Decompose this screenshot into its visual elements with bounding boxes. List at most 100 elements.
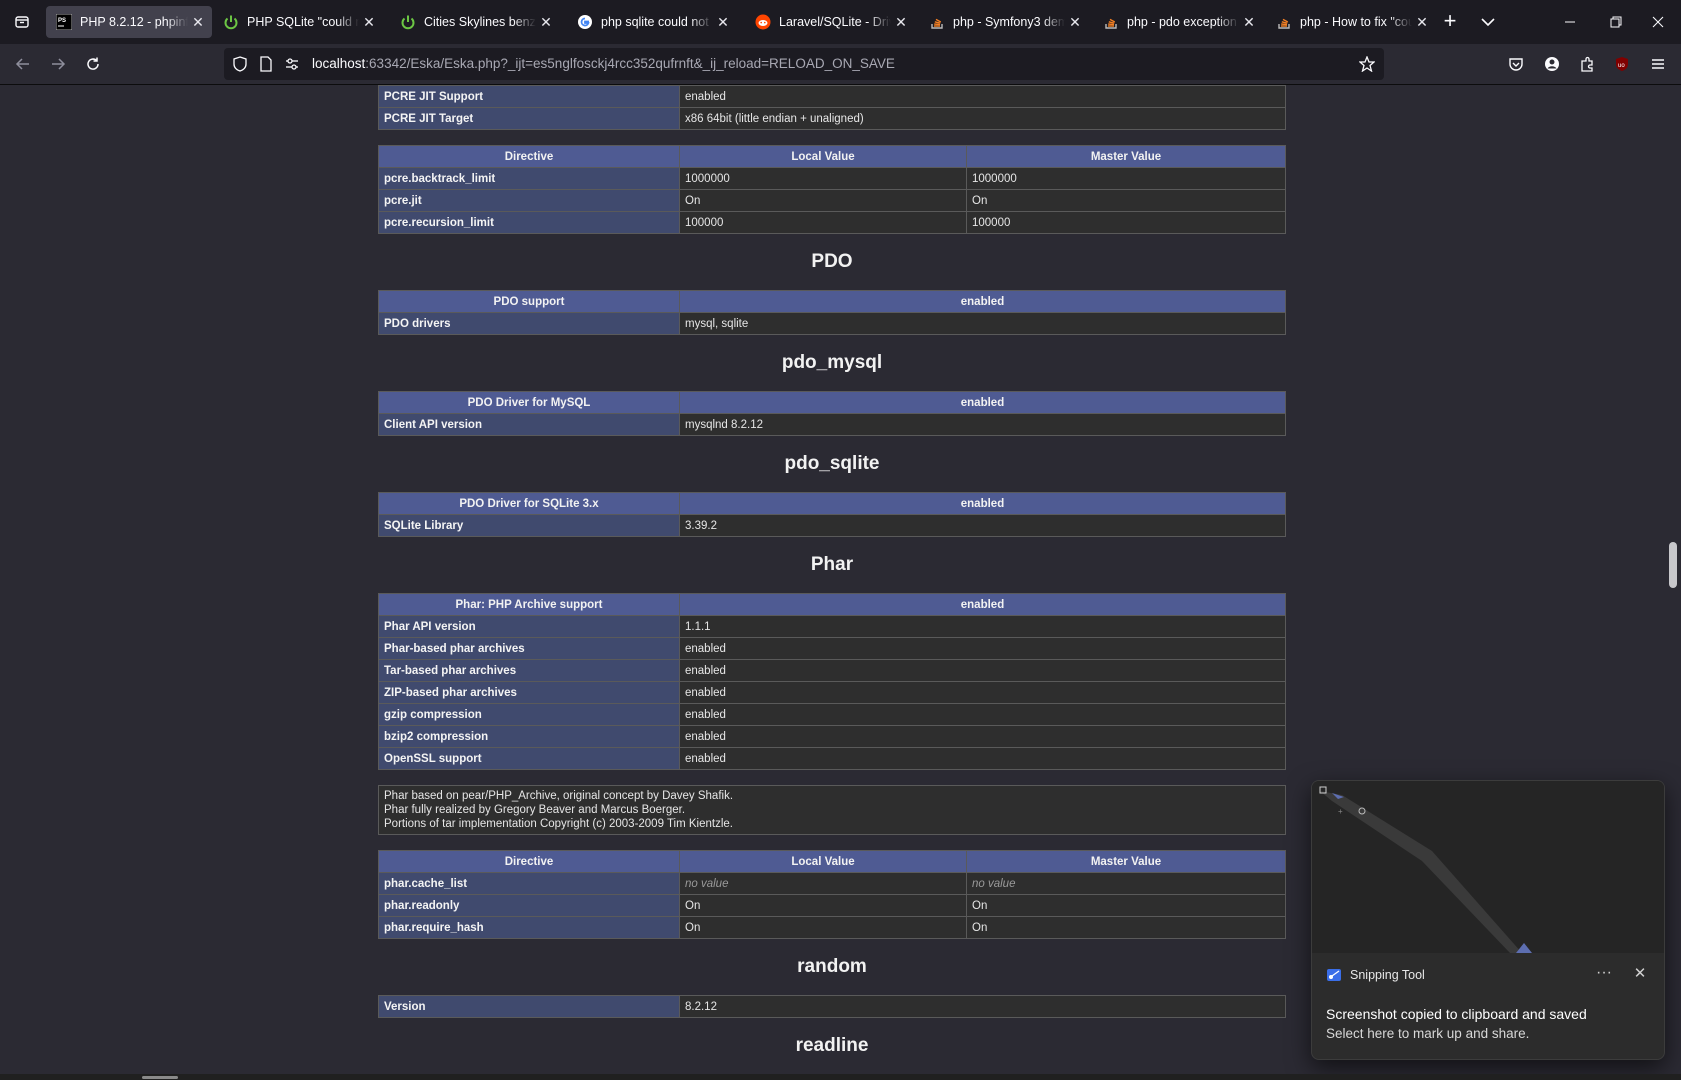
address-bar[interactable]: localhost:63342/Eska/Eska.php?_ijt=es5ng… bbox=[224, 48, 1384, 80]
phpstorm-icon: PS bbox=[56, 14, 72, 30]
more-options-icon[interactable]: ··· bbox=[1592, 964, 1616, 986]
directive-header: Directive bbox=[378, 850, 680, 873]
browser-tab[interactable]: PS PHP 8.2.12 - phpinfo()✕ bbox=[46, 6, 212, 38]
setting-name: OpenSSL support bbox=[378, 747, 680, 770]
vertical-scrollbar[interactable] bbox=[1665, 85, 1681, 1080]
pcre-info-table: PCRE JIT Support enabled PCRE JIT Target x8… bbox=[378, 85, 1286, 130]
setting-value: enabled bbox=[679, 637, 1286, 660]
hamburger-menu-icon[interactable] bbox=[1643, 50, 1673, 78]
browser-tab[interactable]: Cities Skylines benzeri✕ bbox=[390, 6, 560, 38]
section-title-random: random bbox=[797, 956, 867, 977]
master-value: On bbox=[966, 894, 1286, 917]
section-title-pdo-sqlite: pdo_sqlite bbox=[784, 453, 880, 474]
list-all-tabs-icon[interactable] bbox=[1477, 12, 1499, 32]
table-row: PCRE JIT Target x86 64bit (little endian … bbox=[378, 107, 1286, 130]
setting-value: enabled bbox=[679, 747, 1286, 770]
pdo-sqlite-status: enabled bbox=[679, 492, 1286, 515]
phar-credit-line: Portions of tar implementation Copyright… bbox=[384, 818, 733, 830]
setting-name: Version bbox=[378, 995, 680, 1018]
tab-list-icon[interactable] bbox=[8, 8, 36, 36]
page-icon[interactable] bbox=[258, 56, 274, 72]
restore-icon[interactable] bbox=[1593, 0, 1639, 44]
browser-tab[interactable]: php - Symfony3 demo ✕ bbox=[919, 6, 1089, 38]
phar-support-status: enabled bbox=[679, 593, 1286, 616]
extensions-icon[interactable] bbox=[1572, 50, 1602, 78]
power-icon bbox=[223, 14, 239, 30]
forward-arrow-icon[interactable] bbox=[43, 50, 73, 78]
table-row: phar.readonly On On bbox=[378, 894, 1286, 917]
directive-header: Directive bbox=[378, 145, 680, 168]
close-tab-icon[interactable]: ✕ bbox=[1412, 14, 1432, 31]
section-title-pdo: PDO bbox=[811, 251, 853, 272]
directive-name: pcre.jit bbox=[378, 189, 680, 212]
setting-value: enabled bbox=[679, 703, 1286, 726]
scrollbar-thumb[interactable] bbox=[1669, 542, 1677, 588]
back-arrow-icon[interactable] bbox=[8, 50, 38, 78]
stackoverflow-icon bbox=[929, 14, 945, 30]
table-row: Client API version mysqlnd 8.2.12 bbox=[378, 413, 1286, 436]
svg-text:PS: PS bbox=[58, 18, 66, 24]
master-value: no value bbox=[966, 872, 1286, 895]
browser-tab[interactable]: php - How to fix "coul ✕ bbox=[1266, 6, 1436, 38]
section-title-pdo-mysql: pdo_mysql bbox=[781, 352, 883, 373]
pdo-sqlite-header: PDO Driver for SQLite 3.x bbox=[378, 492, 680, 515]
toast-app-name: Snipping Tool bbox=[1350, 968, 1425, 982]
pocket-icon[interactable] bbox=[1501, 50, 1531, 78]
close-tab-icon[interactable]: ✕ bbox=[713, 14, 733, 31]
tab-label: php - pdo exception d bbox=[1127, 15, 1239, 29]
account-icon[interactable] bbox=[1537, 50, 1567, 78]
close-tab-icon[interactable]: ✕ bbox=[536, 14, 556, 31]
shield-icon[interactable] bbox=[232, 56, 248, 72]
toast-title: Screenshot copied to clipboard and saved bbox=[1326, 1006, 1587, 1022]
reload-icon[interactable] bbox=[78, 50, 108, 78]
setting-name: PDO drivers bbox=[378, 312, 680, 335]
directive-name: pcre.backtrack_limit bbox=[378, 167, 680, 190]
local-value: On bbox=[679, 916, 967, 939]
new-tab-button[interactable]: + bbox=[1438, 10, 1462, 34]
setting-name: PCRE JIT Target bbox=[378, 107, 680, 130]
snipping-tool-icon bbox=[1327, 969, 1341, 981]
ublock-origin-icon[interactable]: uo bbox=[1607, 50, 1637, 78]
permissions-icon[interactable] bbox=[284, 56, 300, 72]
local-value: no value bbox=[679, 872, 967, 895]
bookmark-star-icon[interactable] bbox=[1359, 56, 1375, 72]
close-tab-icon[interactable]: ✕ bbox=[359, 14, 379, 31]
setting-name: Client API version bbox=[378, 413, 680, 436]
minimize-icon[interactable] bbox=[1547, 0, 1593, 44]
toast-subtitle: Select here to mark up and share. bbox=[1326, 1026, 1530, 1041]
close-tab-icon[interactable]: ✕ bbox=[891, 14, 911, 31]
master-value: On bbox=[966, 916, 1286, 939]
close-tab-icon[interactable]: ✕ bbox=[188, 14, 208, 31]
setting-name: Phar API version bbox=[378, 615, 680, 638]
pdo-mysql-table: PDO Driver for MySQL enabled Client API … bbox=[378, 391, 1286, 436]
pdo-sqlite-table: PDO Driver for SQLite 3.x enabled SQLite… bbox=[378, 492, 1286, 537]
tab-label: PHP SQLite "could not bbox=[247, 15, 359, 29]
table-row: PDO drivers mysql, sqlite bbox=[378, 312, 1286, 335]
snipping-tool-notification[interactable]: + Snipping Tool ··· ✕ Screenshot copied … bbox=[1311, 780, 1665, 1060]
table-row: ZIP-based phar archives enabled bbox=[378, 681, 1286, 704]
svg-text:+: + bbox=[1338, 807, 1343, 816]
setting-value: 1.1.1 bbox=[679, 615, 1286, 638]
table-row: Phar API version 1.1.1 bbox=[378, 615, 1286, 638]
browser-tab[interactable]: Laravel/SQLite - Driver✕ bbox=[745, 6, 915, 38]
phar-support-header: Phar: PHP Archive support bbox=[378, 593, 680, 616]
directive-name: phar.readonly bbox=[378, 894, 680, 917]
browser-tab[interactable]: php - pdo exception d ✕ bbox=[1093, 6, 1263, 38]
browser-tab[interactable]: PHP SQLite "could not✕ bbox=[213, 6, 383, 38]
close-window-icon[interactable] bbox=[1635, 0, 1681, 44]
directive-name: pcre.recursion_limit bbox=[378, 211, 680, 234]
power-icon bbox=[400, 14, 416, 30]
directive-name: phar.cache_list bbox=[378, 872, 680, 895]
close-tab-icon[interactable]: ✕ bbox=[1065, 14, 1085, 31]
pdo-support-header: PDO support bbox=[378, 290, 680, 313]
close-notification-icon[interactable]: ✕ bbox=[1628, 964, 1652, 986]
phpinfo-page: PCRE JIT Support enabled PCRE JIT Target x8… bbox=[378, 85, 1286, 1074]
taskbar bbox=[0, 1074, 1681, 1080]
close-tab-icon[interactable]: ✕ bbox=[1239, 14, 1259, 31]
url-text[interactable]: localhost:63342/Eska/Eska.php?_ijt=es5ng… bbox=[312, 56, 895, 71]
screenshot-thumbnail[interactable]: + bbox=[1312, 781, 1664, 953]
setting-value: mysqlnd 8.2.12 bbox=[679, 413, 1286, 436]
browser-tab[interactable]: php sqlite could not fin ✕ bbox=[567, 6, 737, 38]
section-title-readline: readline bbox=[795, 1035, 869, 1056]
setting-value: 3.39.2 bbox=[679, 514, 1286, 537]
